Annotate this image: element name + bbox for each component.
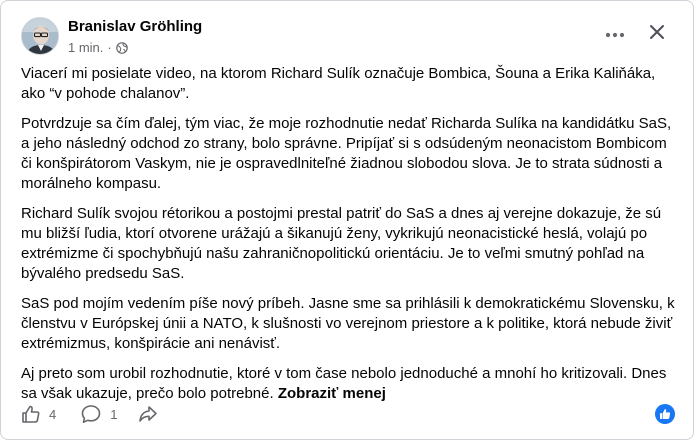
- comment-icon: [80, 404, 102, 424]
- see-less-link[interactable]: Zobraziť menej: [278, 385, 386, 402]
- post-paragraph: Potvrdzuje sa čím ďalej, tým viac, že mo…: [21, 115, 672, 192]
- post-meta: 1 min. ·: [68, 40, 128, 55]
- comment-count: 1: [110, 406, 118, 422]
- close-icon: [649, 24, 665, 45]
- post-actions: 4 1: [21, 401, 158, 427]
- post-text: Viacerí mi posielate video, na ktorom Ri…: [21, 64, 681, 414]
- close-button[interactable]: [644, 21, 670, 47]
- meta-separator: ·: [107, 40, 112, 55]
- post-paragraph: Richard Sulík svojou rétorikou a postojm…: [21, 205, 662, 282]
- globe-icon[interactable]: [115, 41, 128, 54]
- post-card: Branislav Gröhling 1 min. · Viacerí mi p…: [0, 0, 694, 440]
- thumbs-up-icon: [21, 404, 41, 424]
- author-name[interactable]: Branislav Gröhling: [68, 18, 202, 35]
- like-reaction-icon[interactable]: [655, 404, 675, 424]
- avatar-photo: [22, 18, 58, 54]
- post-paragraph: Viacerí mi posielate video, na ktorom Ri…: [21, 65, 656, 102]
- like-count: 4: [49, 406, 57, 422]
- share-button[interactable]: [138, 404, 158, 424]
- post-paragraph: SaS pod mojím vedením píše nový príbeh. …: [21, 295, 675, 352]
- share-icon: [138, 404, 158, 424]
- avatar[interactable]: [21, 17, 59, 55]
- like-button[interactable]: 4: [21, 404, 56, 424]
- post-time[interactable]: 1 min.: [68, 40, 103, 55]
- post-paragraph-last: Aj preto som urobil rozhodnutie, ktoré v…: [21, 364, 681, 404]
- more-options-button[interactable]: [602, 21, 628, 47]
- comment-button[interactable]: 1: [80, 404, 117, 424]
- more-options-icon: [605, 25, 625, 43]
